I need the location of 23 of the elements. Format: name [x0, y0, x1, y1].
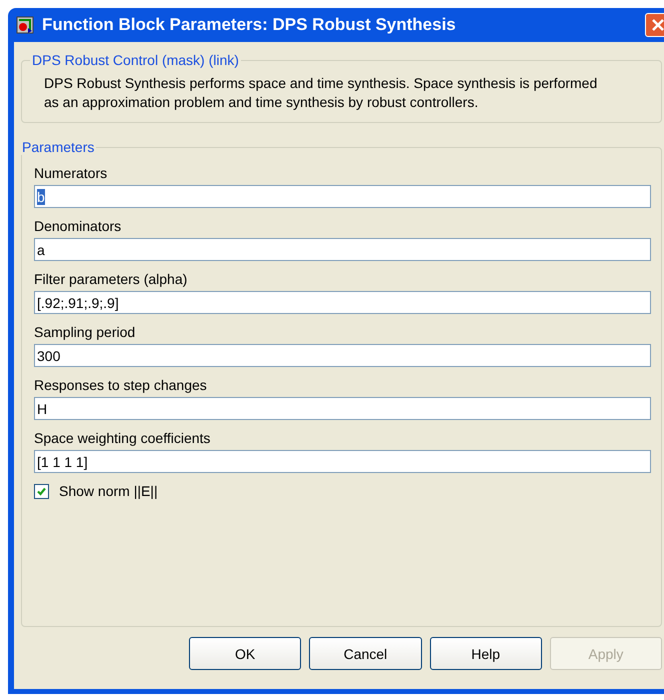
input-field[interactable]: 300 [34, 344, 651, 367]
input-field[interactable]: [1 1 1 1] [34, 450, 651, 473]
window-title: Function Block Parameters: DPS Robust Synthesis [42, 15, 456, 35]
group-title: DPS Robust Control (mask) (link) [31, 52, 240, 68]
input-field[interactable]: a [34, 238, 651, 261]
field-label: Space weighting coefficients [34, 430, 212, 446]
block-icon [16, 16, 34, 34]
checkbox[interactable] [34, 484, 49, 498]
field-label: Denominators [34, 218, 122, 234]
field-label: Sampling period [34, 324, 136, 340]
dialog-button[interactable]: OK [189, 637, 302, 670]
field-label: Responses to step changes [34, 377, 208, 393]
input-field[interactable]: b [34, 185, 651, 208]
checkbox-label[interactable]: Show norm ||E|| [59, 483, 158, 499]
field-label: Filter parameters (alpha) [34, 271, 188, 287]
description-text: DPS Robust Synthesis performs space and time synthesis. Space synthesis is performed as an approximation problem and time synthesis by robust controllers. [44, 74, 598, 112]
input-field[interactable]: H [34, 397, 651, 420]
close-icon[interactable] [645, 13, 664, 37]
dialog-button[interactable]: Cancel [309, 637, 422, 670]
input-field[interactable]: [.92;.91;.9;.9] [34, 291, 651, 314]
field-label: Numerators [34, 165, 108, 181]
dialog-button[interactable]: Help [430, 637, 542, 670]
group-title: Parameters [21, 139, 96, 155]
